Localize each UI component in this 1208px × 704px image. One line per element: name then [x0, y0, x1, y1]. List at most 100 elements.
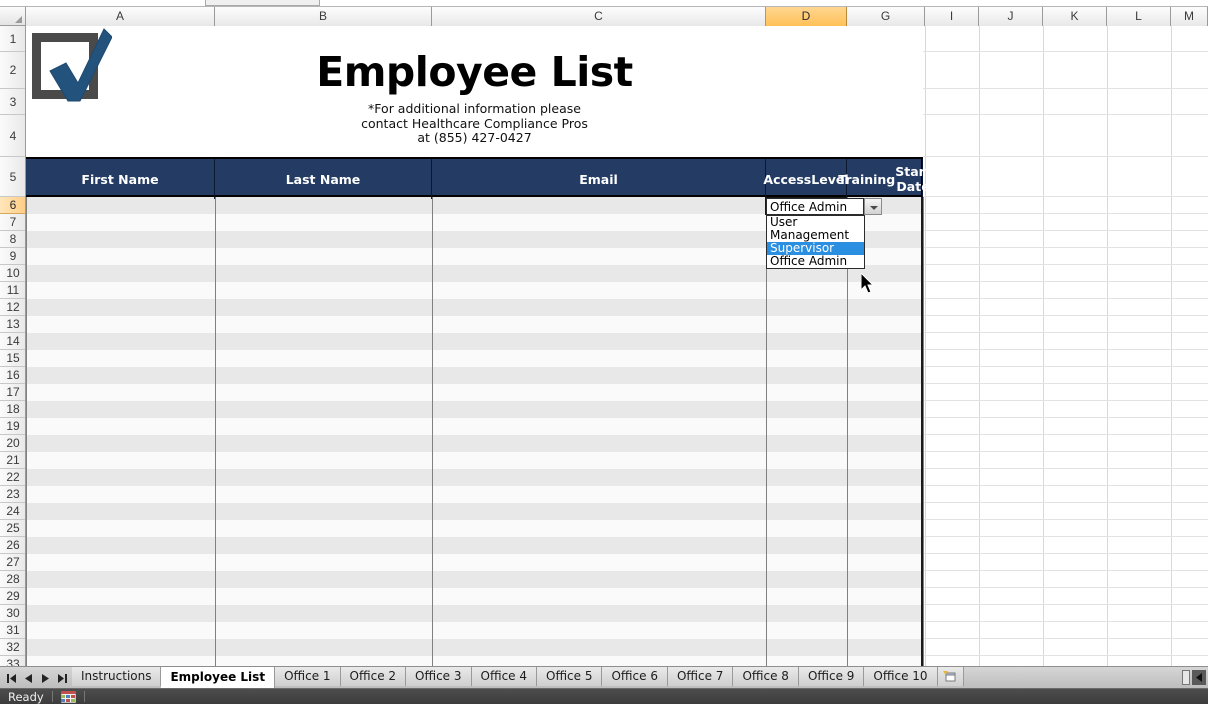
row-header-7[interactable]: 7 — [0, 214, 26, 231]
row-header-15[interactable]: 15 — [0, 350, 26, 367]
formula-input-sliver[interactable] — [205, 0, 320, 6]
sheet-tab-office-6[interactable]: Office 6 — [602, 667, 667, 686]
column-header-k[interactable]: K — [1043, 7, 1107, 26]
row-header-8[interactable]: 8 — [0, 231, 26, 248]
table-row[interactable] — [26, 520, 923, 537]
last-sheet-icon[interactable] — [55, 670, 69, 686]
sheet-tab-office-1[interactable]: Office 1 — [275, 667, 340, 686]
row-header-17[interactable]: 17 — [0, 384, 26, 401]
row-header-26[interactable]: 26 — [0, 537, 26, 554]
table-row[interactable] — [26, 435, 923, 452]
chevron-down-icon[interactable] — [864, 198, 882, 215]
select-all-corner[interactable] — [0, 7, 26, 26]
prev-sheet-icon[interactable] — [21, 670, 35, 686]
row-header-1[interactable]: 1 — [0, 26, 26, 52]
table-row[interactable] — [26, 299, 923, 316]
row-header-11[interactable]: 11 — [0, 282, 26, 299]
table-row[interactable] — [26, 401, 923, 418]
table-row[interactable] — [26, 605, 923, 622]
table-header-row: First NameLast NameEmailAccessLevelTrain… — [26, 157, 923, 197]
column-header-g[interactable]: G — [847, 7, 925, 26]
sheet-tab-office-5[interactable]: Office 5 — [537, 667, 602, 686]
row-header-10[interactable]: 10 — [0, 265, 26, 282]
table-row[interactable] — [26, 469, 923, 486]
scroll-left-arrow[interactable] — [1192, 670, 1206, 685]
sheet-tab-office-9[interactable]: Office 9 — [799, 667, 864, 686]
row-header-18[interactable]: 18 — [0, 401, 26, 418]
row-header-5[interactable]: 5 — [0, 157, 26, 197]
insert-worksheet-icon[interactable] — [938, 667, 964, 686]
sheet-tabs[interactable]: InstructionsEmployee ListOffice 1Office … — [72, 667, 964, 689]
table-row[interactable] — [26, 588, 923, 605]
column-header-a[interactable]: A — [26, 7, 215, 26]
table-row[interactable] — [26, 656, 923, 666]
sheet-tab-instructions[interactable]: Instructions — [72, 667, 161, 686]
row-header-23[interactable]: 23 — [0, 486, 26, 503]
spreadsheet-icon — [61, 691, 76, 703]
row-header-32[interactable]: 32 — [0, 639, 26, 656]
table-row[interactable] — [26, 622, 923, 639]
table-row[interactable] — [26, 282, 923, 299]
row-header-22[interactable]: 22 — [0, 469, 26, 486]
table-row[interactable] — [26, 350, 923, 367]
row-header-20[interactable]: 20 — [0, 435, 26, 452]
sheet-tab-office-4[interactable]: Office 4 — [472, 667, 537, 686]
sheet-tab-office-7[interactable]: Office 7 — [668, 667, 733, 686]
subtitle-line-3: at (855) 427-0427 — [26, 131, 923, 146]
sheet-tab-office-3[interactable]: Office 3 — [406, 667, 471, 686]
table-row[interactable] — [26, 537, 923, 554]
first-sheet-icon[interactable] — [4, 670, 18, 686]
table-row[interactable] — [26, 503, 923, 520]
row-header-12[interactable]: 12 — [0, 299, 26, 316]
table-row[interactable] — [26, 333, 923, 350]
row-header-6[interactable]: 6 — [0, 197, 26, 214]
spreadsheet-grid[interactable]: Employee List *For additional informatio… — [26, 26, 1208, 666]
scroll-thumb[interactable] — [1182, 670, 1190, 685]
column-header-l[interactable]: L — [1107, 7, 1171, 26]
row-header-16[interactable]: 16 — [0, 367, 26, 384]
table-row[interactable] — [26, 367, 923, 384]
access-level-combobox[interactable]: Office Admin — [766, 198, 864, 215]
row-header-29[interactable]: 29 — [0, 588, 26, 605]
dropdown-option-office-admin[interactable]: Office Admin — [767, 255, 864, 268]
table-header-last-name: Last Name — [215, 159, 432, 199]
row-header-30[interactable]: 30 — [0, 605, 26, 622]
table-row[interactable] — [26, 316, 923, 333]
next-sheet-icon[interactable] — [38, 670, 52, 686]
row-header-31[interactable]: 31 — [0, 622, 26, 639]
column-header-m[interactable]: M — [1171, 7, 1208, 26]
status-divider-2 — [84, 691, 85, 702]
column-header-d[interactable]: D — [766, 7, 847, 26]
row-header-27[interactable]: 27 — [0, 554, 26, 571]
row-header-25[interactable]: 25 — [0, 520, 26, 537]
column-header-j[interactable]: J — [979, 7, 1043, 26]
access-level-dropdown-list[interactable]: UserManagementSupervisorOffice Admin — [766, 215, 865, 269]
row-header-13[interactable]: 13 — [0, 316, 26, 333]
table-row[interactable] — [26, 554, 923, 571]
table-row[interactable] — [26, 571, 923, 588]
sheet-tab-employee-list[interactable]: Employee List — [161, 667, 275, 688]
row-header-19[interactable]: 19 — [0, 418, 26, 435]
formula-bar-sliver — [0, 0, 1208, 7]
row-header-3[interactable]: 3 — [0, 89, 26, 115]
row-header-33[interactable]: 33 — [0, 656, 26, 666]
sheet-tab-office-10[interactable]: Office 10 — [864, 667, 937, 686]
row-header-14[interactable]: 14 — [0, 333, 26, 350]
row-header-28[interactable]: 28 — [0, 571, 26, 588]
table-row[interactable] — [26, 384, 923, 401]
sheet-tab-office-8[interactable]: Office 8 — [733, 667, 798, 686]
column-header-i[interactable]: I — [925, 7, 979, 26]
row-header-24[interactable]: 24 — [0, 503, 26, 520]
column-header-c[interactable]: C — [432, 7, 766, 26]
page-title: Employee List — [26, 48, 923, 96]
sheet-tab-office-2[interactable]: Office 2 — [341, 667, 406, 686]
row-header-21[interactable]: 21 — [0, 452, 26, 469]
table-row[interactable] — [26, 639, 923, 656]
table-row[interactable] — [26, 486, 923, 503]
table-row[interactable] — [26, 418, 923, 435]
row-header-2[interactable]: 2 — [0, 52, 26, 89]
column-header-b[interactable]: B — [215, 7, 432, 26]
row-header-9[interactable]: 9 — [0, 248, 26, 265]
table-row[interactable] — [26, 452, 923, 469]
row-header-4[interactable]: 4 — [0, 115, 26, 157]
